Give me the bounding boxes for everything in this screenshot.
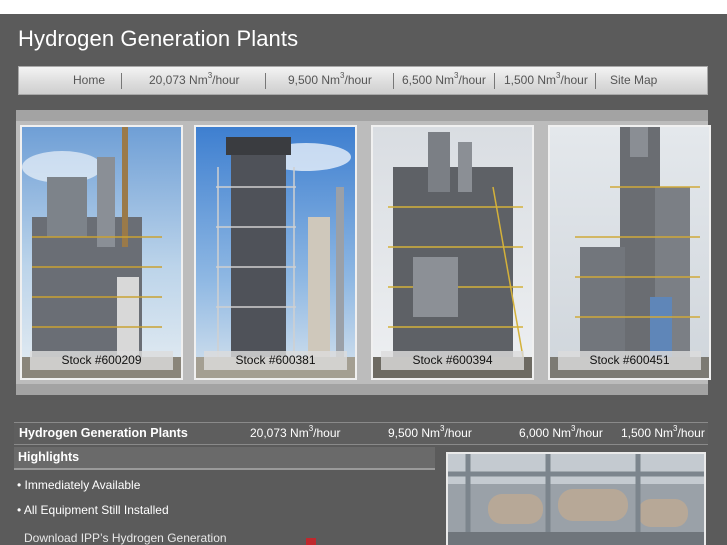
- highlights-header: Highlights: [14, 447, 435, 470]
- plant-photo: [373, 127, 532, 378]
- nav-20073-label: 20,073 Nm: [149, 73, 208, 87]
- plant-photo-card[interactable]: Stock #600451: [548, 125, 711, 380]
- nav-home-link[interactable]: Home: [73, 73, 105, 87]
- equipment-photo: [446, 452, 706, 545]
- nav-bar: Home 20,073 Nm3/hour 9,500 Nm3/hour 6,50…: [18, 66, 708, 95]
- superscript: 3: [308, 424, 314, 433]
- unit-suffix: /hour: [313, 426, 341, 440]
- download-link[interactable]: Download IPP’s Hydrogen Generation: [24, 531, 227, 545]
- stock-label: Stock #600451: [558, 351, 701, 370]
- unit-suffix: /hour: [560, 73, 588, 87]
- nav-divider: [595, 73, 596, 89]
- plant-photo-card[interactable]: Stock #600394: [371, 125, 534, 380]
- plant-photo: [22, 127, 181, 378]
- superscript: 3: [571, 424, 576, 433]
- nav-9500-label: 9,500 Nm: [288, 73, 341, 87]
- highlights-title: Highlights: [18, 450, 80, 464]
- table-col-1500[interactable]: 1,500 Nm3/hour: [621, 424, 705, 441]
- nav-divider: [393, 73, 394, 89]
- unit-suffix: /hour: [677, 426, 705, 440]
- nav-divider: [265, 73, 266, 89]
- nav-1500-label: 1,500 Nm: [504, 73, 557, 87]
- table-col-9500[interactable]: 9,500 Nm3/hour: [388, 424, 472, 441]
- product-table-header: Hydrogen Generation Plants 20,073 Nm3/ho…: [14, 422, 708, 445]
- highlight-item: • All Equipment Still Installed: [17, 503, 169, 517]
- col-label: 9,500 Nm: [388, 426, 441, 440]
- highlight-item: • Immediately Available: [17, 478, 141, 492]
- superscript: 3: [454, 71, 459, 80]
- col-label: 1,500 Nm: [621, 426, 674, 440]
- unit-suffix: /hour: [212, 73, 240, 87]
- superscript: 3: [207, 71, 213, 80]
- nav-20073-link[interactable]: 20,073 Nm3/hour: [149, 71, 240, 88]
- nav-sitemap-label: Site Map: [610, 73, 658, 87]
- pdf-icon[interactable]: [306, 538, 316, 545]
- nav-divider: [494, 73, 495, 89]
- nav-home-label: Home: [73, 73, 106, 87]
- unit-suffix: /hour: [458, 73, 486, 87]
- nav-1500-link[interactable]: 1,500 Nm3/hour: [504, 71, 588, 88]
- stock-label: Stock #600209: [30, 351, 173, 370]
- unit-suffix: /hour: [444, 426, 472, 440]
- plant-photo-card[interactable]: Stock #600209: [20, 125, 183, 380]
- nav-6500-link[interactable]: 6,500 Nm3/hour: [402, 71, 486, 88]
- nav-divider: [121, 73, 122, 89]
- nav-6500-label: 6,500 Nm: [402, 73, 455, 87]
- equipment-photo-image: [448, 454, 704, 545]
- stock-label: Stock #600394: [381, 351, 524, 370]
- gallery-top-band: [16, 110, 708, 121]
- superscript: 3: [673, 424, 678, 433]
- plant-photo-card[interactable]: Stock #600381: [194, 125, 357, 380]
- unit-suffix: /hour: [344, 73, 372, 87]
- stock-label: Stock #600381: [204, 351, 347, 370]
- gallery-bottom-band: [16, 384, 708, 395]
- superscript: 3: [340, 71, 345, 80]
- superscript: 3: [556, 71, 561, 80]
- nav-sitemap-link[interactable]: Site Map: [610, 73, 657, 87]
- col-label: 6,000 Nm: [519, 426, 572, 440]
- plant-photo: [550, 127, 709, 378]
- col-label: 20,073 Nm: [250, 426, 309, 440]
- plant-photo: [196, 127, 355, 378]
- unit-suffix: /hour: [575, 426, 603, 440]
- table-col-20073[interactable]: 20,073 Nm3/hour: [250, 424, 341, 441]
- table-title: Hydrogen Generation Plants: [19, 426, 188, 440]
- table-col-6000[interactable]: 6,000 Nm3/hour: [519, 424, 603, 441]
- superscript: 3: [440, 424, 445, 433]
- page-title: Hydrogen Generation Plants: [18, 26, 299, 51]
- nav-9500-link[interactable]: 9,500 Nm3/hour: [288, 71, 372, 88]
